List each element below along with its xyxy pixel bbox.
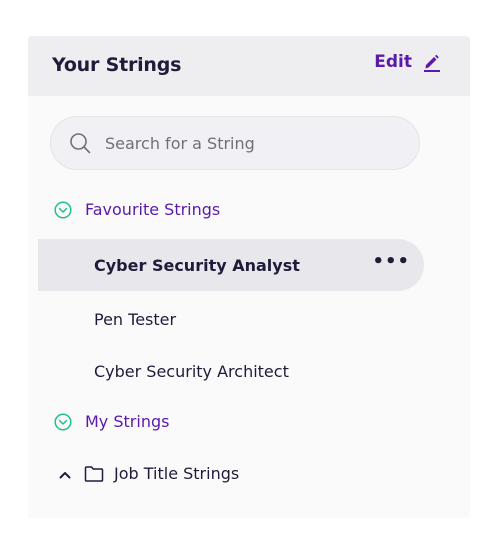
panel-title: Your Strings <box>52 54 182 76</box>
chevron-up-icon[interactable] <box>58 467 72 481</box>
section-favourite-strings[interactable]: Favourite Strings <box>54 200 220 219</box>
string-item-label: Cyber Security Architect <box>94 361 289 381</box>
search-icon <box>69 132 91 154</box>
folder-label: Job Title Strings <box>114 464 240 483</box>
pencil-icon <box>422 52 442 72</box>
section-label: Favourite Strings <box>85 200 221 219</box>
string-item-cyber-security-analyst[interactable]: Cyber Security Analyst ••• <box>38 239 424 291</box>
panel-header: Your Strings Edit <box>28 36 470 96</box>
circle-chevron-down-icon <box>54 412 72 431</box>
string-item-cyber-security-architect[interactable]: Cyber Security Architect <box>38 345 424 397</box>
string-item-pen-tester[interactable]: Pen Tester <box>38 293 424 345</box>
string-item-label: Cyber Security Analyst <box>94 255 300 275</box>
more-options-icon[interactable]: ••• <box>372 253 410 271</box>
section-label: My Strings <box>85 412 170 431</box>
edit-button[interactable]: Edit <box>374 52 442 72</box>
folder-job-title-strings[interactable]: Job Title Strings <box>58 464 239 483</box>
section-my-strings[interactable]: My Strings <box>54 412 169 431</box>
string-item-label: Pen Tester <box>94 309 177 329</box>
circle-chevron-down-icon <box>54 200 72 219</box>
edit-label: Edit <box>374 52 412 72</box>
search-field[interactable] <box>50 116 420 170</box>
folder-icon <box>84 465 104 483</box>
search-input[interactable] <box>105 133 385 153</box>
strings-panel: Your Strings Edit Search for a String Fa… <box>28 36 470 518</box>
